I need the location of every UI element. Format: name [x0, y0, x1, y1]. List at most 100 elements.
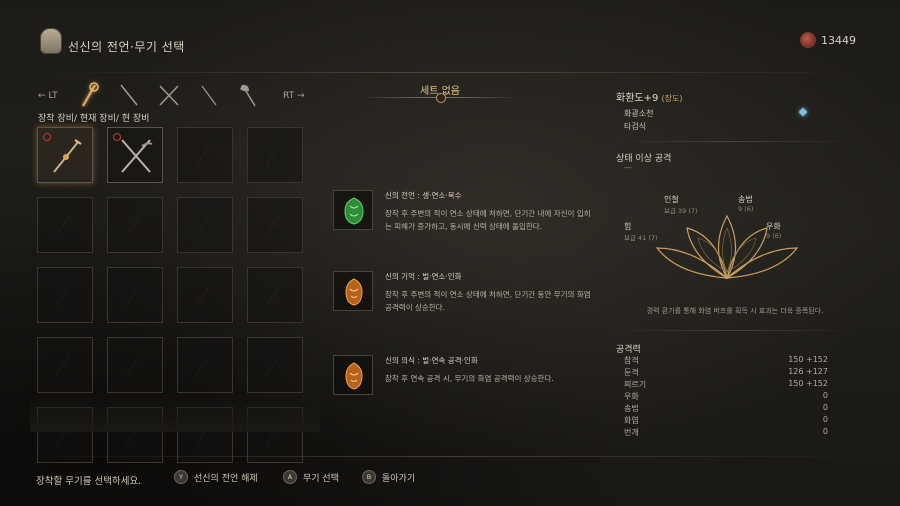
weapon-slot-13[interactable]	[37, 337, 93, 393]
relic-1-name: 신의 전언 : 생·연소·복수	[385, 191, 462, 200]
amber-relic-icon	[345, 362, 363, 390]
tab-blade[interactable]	[194, 80, 224, 110]
axe-icon	[240, 84, 256, 107]
weapon-slot-6[interactable]	[107, 197, 163, 253]
shrine-emblem-icon	[40, 28, 62, 54]
attack-row-value: 150 +152	[788, 379, 828, 388]
weapon-slot-12[interactable]	[247, 267, 303, 323]
attack-title: 공격력	[616, 345, 641, 355]
footer-divider	[34, 456, 866, 457]
weapon-slot-14[interactable]	[107, 337, 163, 393]
attribute-4-label: 우화	[766, 222, 781, 231]
weapon-name-text: 화환도+9	[616, 93, 659, 104]
tab-prev-hint[interactable]: ← LT	[38, 91, 58, 101]
attack-row-label: 송법	[624, 404, 639, 413]
attack-row: 찌르기 150 +152	[624, 379, 828, 390]
attack-row-value: 0	[822, 391, 828, 400]
attribute-2-value: 9 (6)	[738, 205, 754, 213]
attack-row-label: 둔격	[624, 368, 639, 377]
attack-row: 화염 0	[624, 415, 828, 426]
attack-row-label: 참격	[624, 356, 639, 365]
tab-next-hint[interactable]: RT →	[283, 91, 305, 101]
weapon-slot-9[interactable]	[37, 267, 93, 323]
unequip-relic-button[interactable]: Y 선신의 전언 해제	[174, 470, 258, 484]
attack-row: 참격 150 +152	[624, 355, 828, 366]
weapon-slot-5[interactable]	[37, 197, 93, 253]
tab-dual-blades[interactable]	[154, 80, 184, 110]
attribute-3-label: 힘	[624, 222, 632, 231]
divider	[612, 330, 858, 331]
attack-row-label: 번개	[624, 428, 639, 437]
attribute-4-value: 9 (6)	[766, 232, 782, 240]
set-bonus-ornament-icon	[436, 93, 446, 103]
attribute-3: 힘 보급 41 (7)	[624, 221, 658, 242]
attribute-1-label: 인철	[664, 195, 679, 204]
weapon-slot-15[interactable]	[177, 337, 233, 393]
tab-spear[interactable]	[114, 80, 144, 110]
weapon-slot-11[interactable]	[177, 267, 233, 323]
currency-amount: 13449	[821, 33, 856, 47]
relic-1-frame	[333, 190, 373, 230]
weapon-slot-2[interactable]	[107, 127, 163, 183]
attribute-2: 송법 9 (6)	[738, 194, 753, 213]
weapon-slot-8[interactable]	[247, 197, 303, 253]
weapon-slot-3[interactable]	[177, 127, 233, 183]
weapon-slot-7[interactable]	[177, 197, 233, 253]
weapon-slot-16[interactable]	[247, 337, 303, 393]
tab-axe[interactable]	[234, 80, 264, 110]
attribute-hint: 경력 환기를 통해 화염 버프를 획득 시 효과는 더욱 증폭된다.	[646, 307, 824, 315]
grid-fade-overlay	[30, 392, 320, 432]
footer-prompt: 장착할 무기를 선택하세요.	[36, 476, 142, 487]
header-divider	[34, 72, 866, 73]
select-weapon-button[interactable]: A 무기 선택	[283, 470, 339, 484]
attribute-1: 인철 보급 39 (7)	[664, 194, 698, 215]
back-label: 돌아가기	[382, 473, 416, 484]
currency-display: 13449	[801, 33, 856, 47]
weapon-category-tabs	[74, 80, 264, 110]
attack-row: 우화 0	[624, 391, 828, 402]
a-button-icon: A	[283, 470, 297, 484]
attack-row-value: 150 +152	[788, 355, 828, 364]
y-button-icon: Y	[174, 470, 188, 484]
attack-row-value: 0	[822, 415, 828, 424]
relic-2-name: 신의 기억 : 벌·연소·인화	[385, 272, 462, 281]
attack-row: 둔격 126 +127	[624, 367, 828, 378]
spear-icon	[120, 84, 138, 106]
staff-weapon-icon	[53, 139, 82, 173]
attack-row-value: 0	[822, 427, 828, 436]
tab-staff[interactable]	[74, 80, 104, 110]
weapon-slot-10[interactable]	[107, 267, 163, 323]
relic-2-description: 장착 후 주변의 적이 연소 상태에 처하면, 단기간 동안 무기의 화염 공격…	[385, 290, 591, 312]
relic-3-frame	[333, 355, 373, 395]
attack-row-label: 찌르기	[624, 380, 647, 389]
weapon-type: (장도)	[661, 94, 683, 103]
relic-1-description: 장착 후 주변의 적이 연소 상태에 처하면, 단기간 내에 자신이 입히는 피…	[385, 209, 591, 231]
equipment-label: 장착 장비/ 현재 장비/ 현 장비	[38, 114, 150, 124]
currency-icon	[801, 33, 815, 47]
weapon-skill-1: 화광소천	[624, 109, 654, 118]
attribute-3-value: 보급 41 (7)	[624, 234, 658, 242]
select-weapon-label: 무기 선택	[303, 473, 339, 484]
weapon-name: 화환도+9 (장도)	[616, 89, 683, 104]
divider	[612, 141, 858, 142]
attribute-2-label: 송법	[738, 195, 753, 204]
weapon-slot-1[interactable]	[37, 127, 93, 183]
attack-row-label: 화염	[624, 416, 639, 425]
attack-row-value: 126 +127	[788, 367, 828, 376]
attack-row: 번개 0	[624, 427, 828, 438]
attack-row: 송법 0	[624, 403, 828, 414]
attribute-1-value: 보급 39 (7)	[664, 207, 698, 215]
back-button[interactable]: B 돌아가기	[362, 470, 415, 484]
relic-3-description: 장착 후 연속 공격 시, 무기의 화염 공격력이 상승한다.	[385, 374, 554, 383]
b-button-icon: B	[362, 470, 376, 484]
staff-icon	[81, 82, 99, 107]
relic-3-name: 신의 의식 : 벌·연속 공격·인화	[385, 356, 478, 365]
crossed-swords-icon	[159, 85, 179, 106]
relic-2-frame	[333, 271, 373, 311]
lotus-scaling-icon	[655, 214, 799, 280]
status-effect-value: —	[624, 163, 632, 172]
attack-row-value: 0	[822, 403, 828, 412]
attribute-4: 우화 9 (6)	[766, 221, 781, 240]
weapon-skill-2: 타검식	[624, 122, 647, 131]
weapon-slot-4[interactable]	[247, 127, 303, 183]
